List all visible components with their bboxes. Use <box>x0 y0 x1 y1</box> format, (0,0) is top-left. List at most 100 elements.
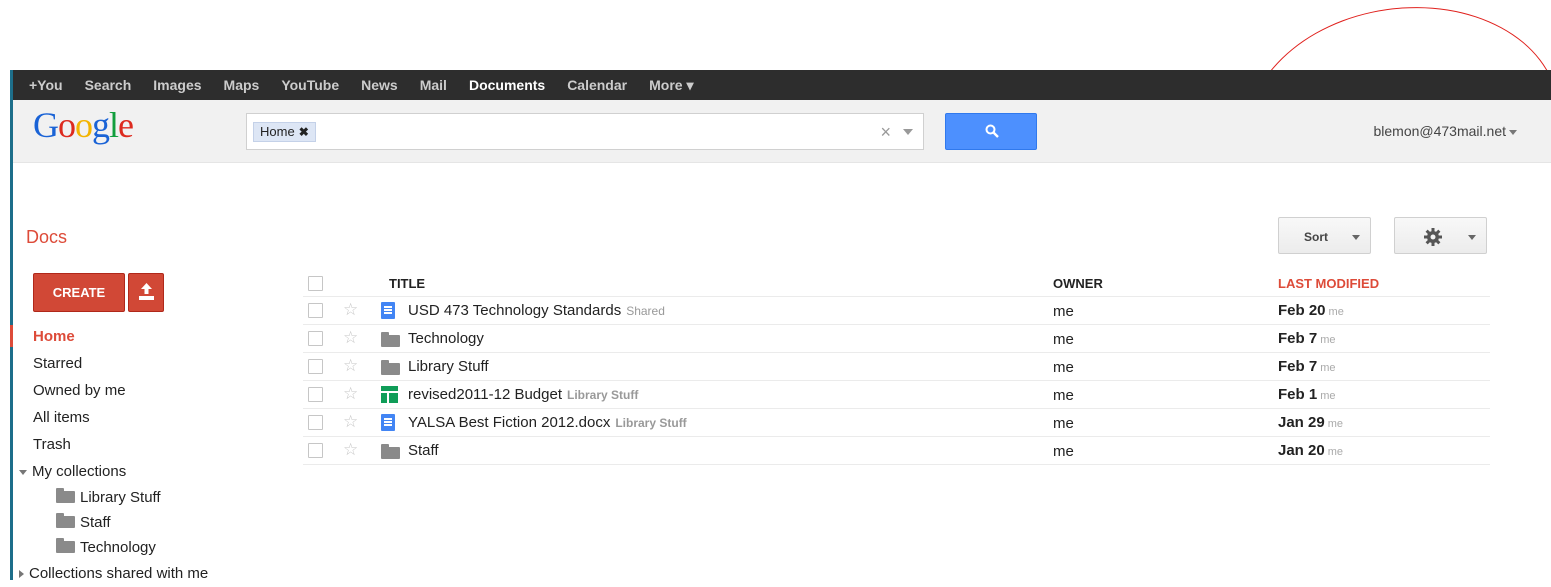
column-header-owner[interactable]: OWNER <box>1053 276 1103 291</box>
collection-label: Technology <box>80 539 156 556</box>
modified-by: me <box>1320 390 1336 402</box>
file-title[interactable]: revised2011-12 Budget <box>408 386 562 403</box>
sort-label: Sort <box>1304 230 1328 244</box>
modified-by: me <box>1327 446 1343 458</box>
modified-date: Feb 7 <box>1278 330 1318 347</box>
sidebar-collection-staff[interactable]: Staff <box>13 510 213 535</box>
upload-button[interactable] <box>128 273 164 312</box>
my-collections-label: My collections <box>32 463 127 480</box>
row-checkbox[interactable] <box>308 359 323 374</box>
folder-icon <box>56 513 75 529</box>
topbar-link-images[interactable]: Images <box>153 77 201 93</box>
folder-icon <box>381 444 400 460</box>
star-icon[interactable]: ☆ <box>343 300 358 320</box>
search-chip-label: Home <box>260 124 295 139</box>
column-header-last-modified[interactable]: LAST MODIFIED <box>1278 276 1379 291</box>
star-icon[interactable]: ☆ <box>343 356 358 376</box>
create-button[interactable]: CREATE <box>33 273 125 312</box>
table-row[interactable]: ☆ Staff me Jan 20 me <box>303 437 1490 465</box>
topbar-link-search[interactable]: Search <box>85 77 132 93</box>
search-icon <box>985 124 999 138</box>
owner-cell: me <box>1053 303 1074 320</box>
table-row[interactable]: ☆ Technology me Feb 7 me <box>303 325 1490 353</box>
account-email[interactable]: blemon@473mail.net <box>1373 123 1506 139</box>
modified-date: Jan 29 <box>1278 414 1325 431</box>
folder-icon <box>381 360 400 376</box>
sidebar-item-starred[interactable]: Starred <box>13 350 213 377</box>
gear-icon <box>1424 228 1442 246</box>
star-icon[interactable]: ☆ <box>343 440 358 460</box>
sort-button[interactable]: Sort <box>1278 217 1371 254</box>
owner-cell: me <box>1053 387 1074 404</box>
sidebar-my-collections[interactable]: My collections <box>13 458 213 485</box>
topbar-link-documents[interactable]: Documents <box>469 77 545 93</box>
file-title[interactable]: Staff <box>408 442 439 459</box>
sidebar-collection-library-stuff[interactable]: Library Stuff <box>13 485 213 510</box>
column-header-title[interactable]: TITLE <box>389 276 425 291</box>
table-row[interactable]: ☆ revised2011-12 Budget Library Stuff me … <box>303 381 1490 409</box>
sidebar-nav: Home Starred Owned by me All items Trash… <box>10 323 213 587</box>
table-row[interactable]: ☆ Library Stuff me Feb 7 me <box>303 353 1490 381</box>
search-button[interactable] <box>945 113 1037 150</box>
topbar-link-calendar[interactable]: Calendar <box>567 77 627 93</box>
star-icon[interactable]: ☆ <box>343 384 358 404</box>
topbar-link-maps[interactable]: Maps <box>224 77 260 93</box>
modified-by: me <box>1327 418 1343 430</box>
star-icon[interactable]: ☆ <box>343 412 358 432</box>
modified-date: Feb 7 <box>1278 358 1318 375</box>
file-tag[interactable]: Library Stuff <box>567 388 638 402</box>
account-dropdown-icon[interactable] <box>1509 130 1517 135</box>
row-checkbox[interactable] <box>308 443 323 458</box>
file-title[interactable]: YALSA Best Fiction 2012.docx <box>408 414 610 431</box>
topbar-link-you[interactable]: +You <box>29 77 63 93</box>
sidebar-collection-technology[interactable]: Technology <box>13 535 213 560</box>
file-title[interactable]: Library Stuff <box>408 358 489 375</box>
star-icon[interactable]: ☆ <box>343 328 358 348</box>
shared-collections-label: Collections shared with me <box>29 565 209 582</box>
upload-icon <box>139 283 154 300</box>
document-icon <box>381 414 395 431</box>
row-checkbox[interactable] <box>308 331 323 346</box>
collection-label: Library Stuff <box>80 489 161 506</box>
table-row[interactable]: ☆ YALSA Best Fiction 2012.docx Library St… <box>303 409 1490 437</box>
chip-remove-icon[interactable]: ✖ <box>299 125 309 139</box>
row-checkbox[interactable] <box>308 415 323 430</box>
spreadsheet-icon <box>381 386 398 403</box>
topbar-link-news[interactable]: News <box>361 77 398 93</box>
folder-icon <box>56 488 75 504</box>
modified-date: Feb 1 <box>1278 386 1318 403</box>
owner-cell: me <box>1053 359 1074 376</box>
search-input[interactable]: Home ✖ × <box>246 113 924 150</box>
sidebar-item-home[interactable]: Home <box>10 323 213 350</box>
documents-table: TITLE OWNER LAST MODIFIED ☆ USD 473 Tech… <box>303 270 1490 465</box>
sidebar-item-owned-by-me[interactable]: Owned by me <box>13 377 213 404</box>
file-tag: Shared <box>626 304 665 318</box>
expand-arrow-icon[interactable] <box>19 570 24 579</box>
file-title[interactable]: Technology <box>408 330 484 347</box>
header: Google Home ✖ × blemon@473mail.net <box>13 100 1551 163</box>
modified-by: me <box>1320 362 1336 374</box>
sidebar-item-all-items[interactable]: All items <box>13 404 213 431</box>
sidebar-shared-collections[interactable]: Collections shared with me <box>13 560 213 587</box>
sidebar-item-trash[interactable]: Trash <box>13 431 213 458</box>
google-logo[interactable]: Google <box>33 104 134 146</box>
search-chip[interactable]: Home ✖ <box>253 122 316 142</box>
select-all-checkbox[interactable] <box>308 276 323 291</box>
topbar-link-mail[interactable]: Mail <box>420 77 447 93</box>
table-row[interactable]: ☆ USD 473 Technology Standards Shared me … <box>303 297 1490 325</box>
topbar-link-youtube[interactable]: YouTube <box>281 77 339 93</box>
clear-icon[interactable]: × <box>880 122 891 143</box>
search-options-icon[interactable] <box>903 129 913 135</box>
app-window: +You Search Images Maps YouTube News Mai… <box>10 70 1551 582</box>
file-title[interactable]: USD 473 Technology Standards <box>408 302 621 319</box>
row-checkbox[interactable] <box>308 303 323 318</box>
row-checkbox[interactable] <box>308 387 323 402</box>
file-tag[interactable]: Library Stuff <box>615 416 686 430</box>
collection-label: Staff <box>80 514 111 531</box>
expand-arrow-icon[interactable] <box>19 469 27 475</box>
chevron-down-icon <box>1352 235 1360 240</box>
chevron-down-icon <box>1468 235 1476 240</box>
settings-button[interactable] <box>1394 217 1487 254</box>
topbar-link-more[interactable]: More ▾ <box>649 77 693 94</box>
table-header: TITLE OWNER LAST MODIFIED <box>303 270 1490 297</box>
